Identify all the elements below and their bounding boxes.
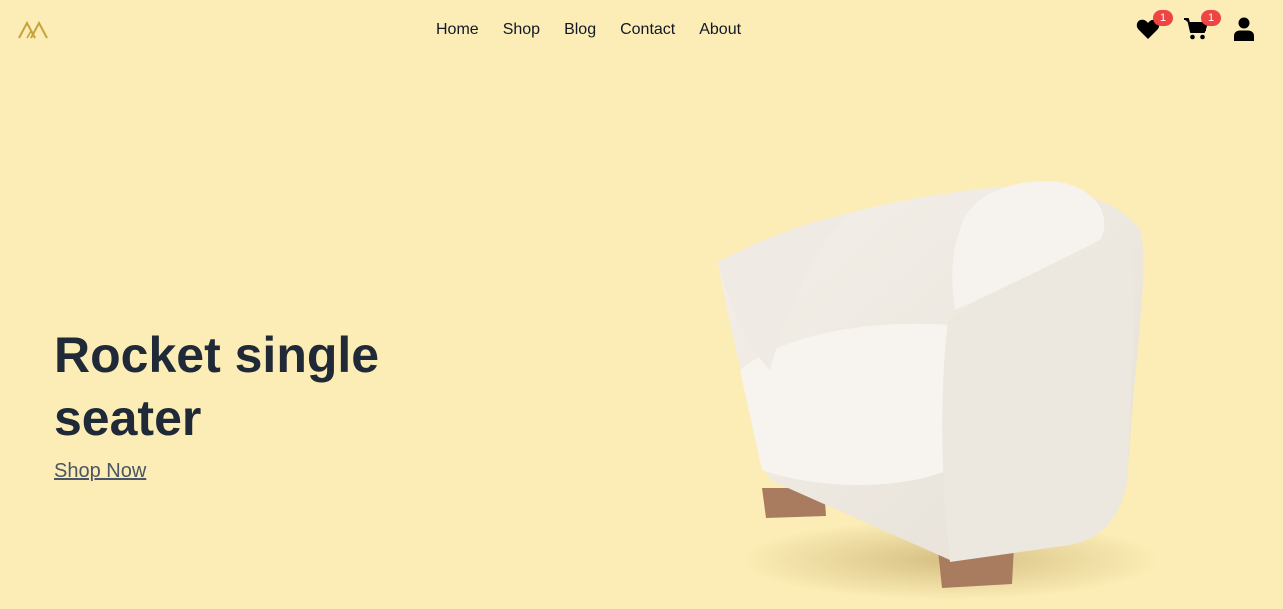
nav-home[interactable]: Home: [436, 20, 479, 40]
cart-button[interactable]: 1: [1183, 10, 1221, 44]
site-header: Home Shop Blog Contact About 1 1: [0, 0, 1283, 62]
cart-count-badge: 1: [1201, 10, 1221, 26]
hero-title: Rocket single seater: [54, 327, 380, 446]
logo-icon: [18, 20, 48, 39]
armchair-image: [718, 181, 1160, 600]
nav-shop[interactable]: Shop: [503, 20, 540, 40]
main-nav: Home Shop Blog Contact About: [436, 20, 741, 40]
user-icon: [1234, 17, 1254, 41]
nav-contact[interactable]: Contact: [620, 20, 675, 40]
nav-about[interactable]: About: [699, 20, 741, 40]
wishlist-count-badge: 1: [1153, 10, 1173, 26]
shop-now-link[interactable]: Shop Now: [54, 460, 146, 483]
header-actions: 1 1: [1135, 10, 1257, 44]
account-button[interactable]: [1231, 14, 1257, 44]
wishlist-button[interactable]: 1: [1135, 10, 1173, 44]
nav-blog[interactable]: Blog: [564, 20, 596, 40]
brand-logo[interactable]: [18, 20, 48, 40]
